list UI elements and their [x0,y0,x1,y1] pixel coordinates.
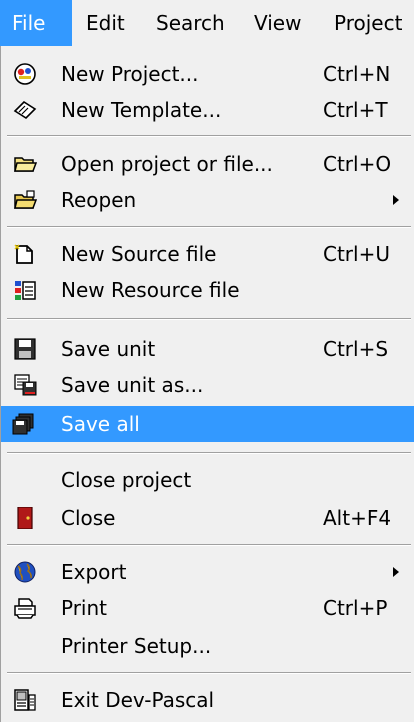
menu-item-close[interactable]: Close Alt+F4 [1,500,414,536]
menu-item-label: Print [61,596,108,620]
menu-item-save-unit[interactable]: Save unit Ctrl+S [1,331,414,367]
menu-file[interactable]: File [0,0,72,46]
menu-item-label: Close project [61,468,192,492]
menu-item-label: Printer Setup... [61,634,212,658]
menu-item-label: Exit Dev-Pascal [61,688,215,712]
menu-item-reopen[interactable]: Reopen [1,182,414,218]
menu-item-exit[interactable]: Exit Dev-Pascal [1,682,414,718]
menu-item-label: Open project or file... [61,152,273,176]
menu-item-label: Save unit as... [61,373,204,397]
menu-separator [7,318,411,320]
menu-item-label: Reopen [61,188,137,212]
menu-separator [7,226,411,228]
menu-item-new-resource-file[interactable]: New Resource file [1,272,414,308]
export-globe-icon [14,561,36,583]
menu-item-label: Save all [61,412,140,436]
submenu-arrow-icon [393,195,399,205]
shortcut-label: Ctrl+N [323,62,391,86]
menu-item-label: New Resource file [61,278,240,302]
menu-bar: File Edit Search View Project [0,0,414,47]
menu-item-label: New Source file [61,242,217,266]
new-file-icon [14,244,33,264]
menu-item-label: New Project... [61,62,199,86]
menu-separator [7,672,411,674]
save-as-icon [14,374,37,396]
file-menu-dropdown: New Project... Ctrl+N New Template... Ct… [0,46,414,722]
shortcut-label: Ctrl+U [323,242,390,266]
reopen-folder-icon [14,190,37,209]
menu-item-label: Export [61,560,127,584]
menu-separator [7,544,411,546]
menu-item-close-project[interactable]: Close project [1,462,414,498]
new-resource-icon [15,281,36,300]
save-disk-icon [14,338,36,360]
menu-edit[interactable]: Edit [86,0,125,46]
menu-item-label: New Template... [61,98,222,122]
menu-project[interactable]: Project [334,0,402,46]
menu-item-new-source-file[interactable]: New Source file Ctrl+U [1,236,414,272]
submenu-arrow-icon [393,567,399,577]
shortcut-label: Ctrl+O [323,152,392,176]
menu-view[interactable]: View [254,0,301,46]
shortcut-label: Alt+F4 [323,506,392,530]
menu-item-export[interactable]: Export [1,554,414,590]
printer-icon [14,598,36,619]
menu-item-printer-setup[interactable]: Printer Setup... [1,628,414,664]
menu-item-save-all[interactable]: Save all [1,406,414,442]
menu-search[interactable]: Search [156,0,225,46]
menu-item-open[interactable]: Open project or file... Ctrl+O [1,146,414,182]
exit-icon [14,689,36,711]
menu-item-print[interactable]: Print Ctrl+P [1,590,414,626]
menu-separator [7,135,411,137]
open-folder-icon [14,157,37,172]
menu-item-label: Close [61,506,116,530]
save-all-icon [12,413,34,435]
menu-separator [7,452,411,454]
menu-item-label: Save unit [61,337,156,361]
close-door-icon [17,507,33,529]
shortcut-label: Ctrl+T [323,98,388,122]
menu-item-new-template[interactable]: New Template... Ctrl+T [1,92,414,128]
shortcut-label: Ctrl+S [323,337,389,361]
new-template-icon [13,100,37,120]
menu-item-new-project[interactable]: New Project... Ctrl+N [1,56,414,92]
menu-item-save-unit-as[interactable]: Save unit as... [1,367,414,403]
new-project-icon [14,63,36,85]
shortcut-label: Ctrl+P [323,596,388,620]
